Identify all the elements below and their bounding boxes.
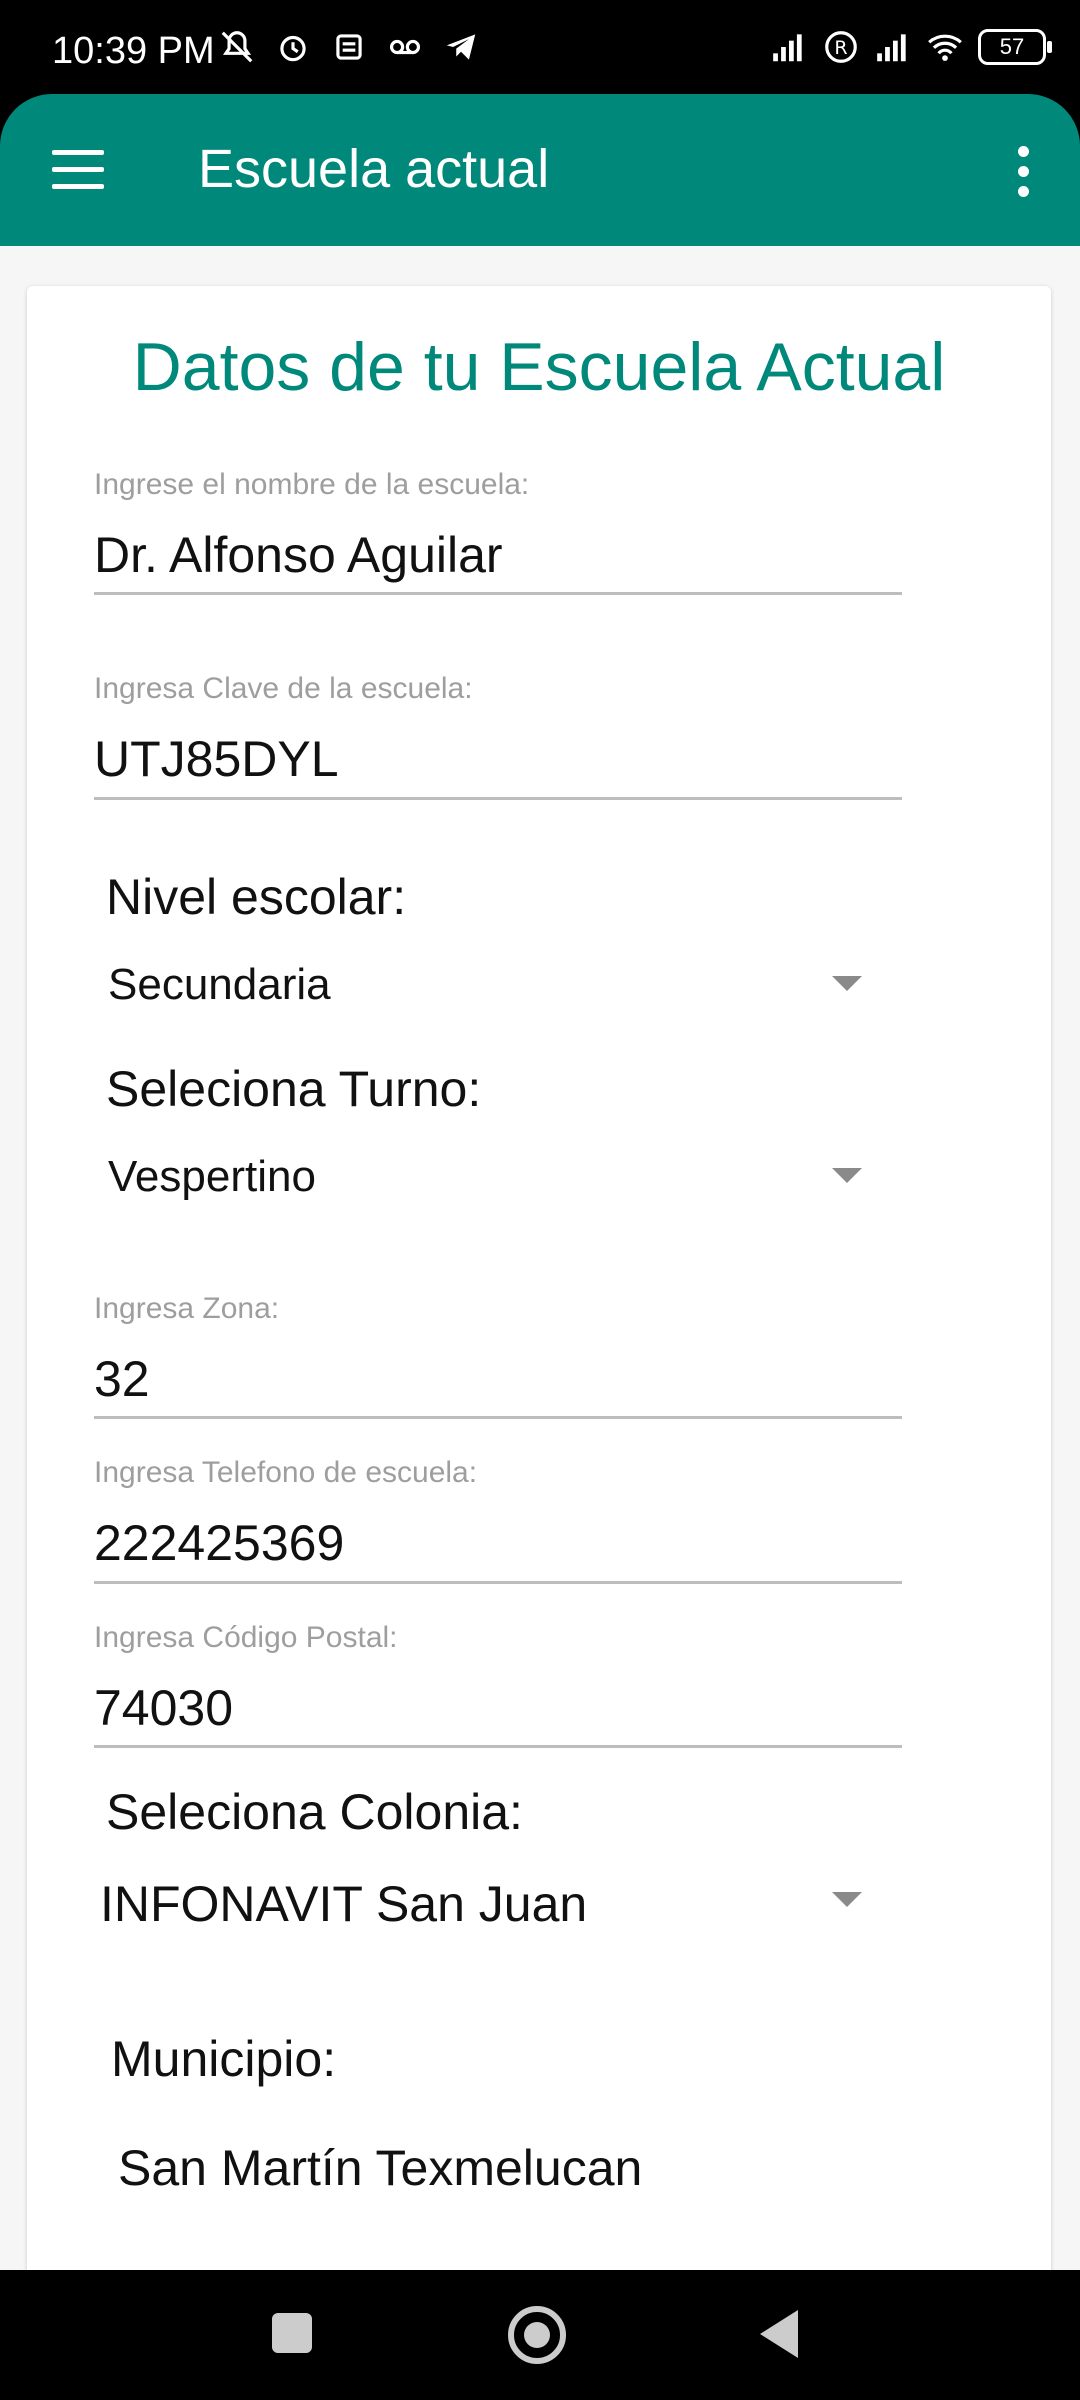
overflow-menu-icon[interactable] bbox=[1018, 146, 1030, 198]
alarm-icon bbox=[280, 35, 306, 62]
status-notification-icons bbox=[218, 28, 480, 66]
home-icon[interactable] bbox=[508, 2306, 566, 2364]
navigation-bar bbox=[0, 2270, 1080, 2400]
form-title: Datos de tu Escuela Actual bbox=[132, 329, 946, 405]
roaming-icon: R bbox=[825, 31, 857, 63]
level-dropdown-icon[interactable] bbox=[832, 976, 862, 991]
wifi-icon bbox=[928, 34, 962, 61]
content-area: Datos de tu Escuela Actual Ingrese el no… bbox=[0, 246, 1080, 2270]
shift-dropdown-icon[interactable] bbox=[832, 1168, 862, 1183]
status-bar: 10:39 PM R 57 bbox=[0, 0, 1080, 94]
colony-value[interactable]: INFONAVIT San Juan bbox=[100, 1875, 587, 1933]
battery-icon: 57 bbox=[978, 29, 1052, 65]
phone-input[interactable]: 222425369 bbox=[94, 1514, 344, 1572]
postal-code-label: Ingresa Código Postal: bbox=[94, 1621, 398, 1654]
telegram-icon bbox=[446, 34, 476, 60]
zone-underline bbox=[94, 1416, 902, 1419]
hamburger-menu-icon[interactable] bbox=[52, 150, 104, 190]
shift-value[interactable]: Vespertino bbox=[108, 1152, 316, 1202]
recent-apps-icon[interactable] bbox=[272, 2313, 312, 2353]
school-key-input[interactable]: UTJ85DYL bbox=[94, 730, 339, 788]
svg-text:R: R bbox=[834, 37, 847, 59]
postal-code-input[interactable]: 74030 bbox=[94, 1679, 233, 1737]
phone-underline bbox=[94, 1581, 902, 1584]
zone-input[interactable]: 32 bbox=[94, 1350, 150, 1408]
signal-icon bbox=[877, 34, 906, 62]
level-value[interactable]: Secundaria bbox=[108, 960, 331, 1010]
school-name-label: Ingrese el nombre de la escuela: bbox=[94, 468, 530, 501]
status-time: 10:39 PM bbox=[52, 30, 215, 72]
sim-icon bbox=[336, 34, 362, 60]
mute-icon bbox=[221, 31, 253, 63]
level-label: Nivel escolar: bbox=[106, 869, 407, 925]
colony-label: Seleciona Colonia: bbox=[106, 1784, 523, 1840]
app-bar: Escuela actual bbox=[0, 94, 1080, 246]
signal-icon bbox=[773, 34, 802, 62]
postal-code-underline bbox=[94, 1745, 902, 1748]
municipality-label: Municipio: bbox=[111, 2031, 337, 2087]
shift-label: Seleciona Turno: bbox=[106, 1061, 482, 1117]
phone-label: Ingresa Telefono de escuela: bbox=[94, 1456, 478, 1489]
school-key-underline bbox=[94, 797, 902, 800]
colony-dropdown-icon[interactable] bbox=[832, 1892, 862, 1907]
zone-label: Ingresa Zona: bbox=[94, 1292, 280, 1325]
school-key-label: Ingresa Clave de la escuela: bbox=[94, 672, 473, 705]
voicemail-icon bbox=[389, 39, 421, 55]
school-name-input[interactable]: Dr. Alfonso Aguilar bbox=[94, 526, 503, 584]
municipality-value: San Martín Texmelucan bbox=[118, 2140, 643, 2196]
school-name-underline bbox=[94, 592, 902, 595]
school-form-card: Datos de tu Escuela Actual Ingrese el no… bbox=[27, 286, 1051, 2270]
back-icon[interactable] bbox=[760, 2310, 798, 2358]
app-bar-title: Escuela actual bbox=[198, 139, 550, 199]
status-system-icons: R 57 bbox=[770, 28, 1052, 66]
